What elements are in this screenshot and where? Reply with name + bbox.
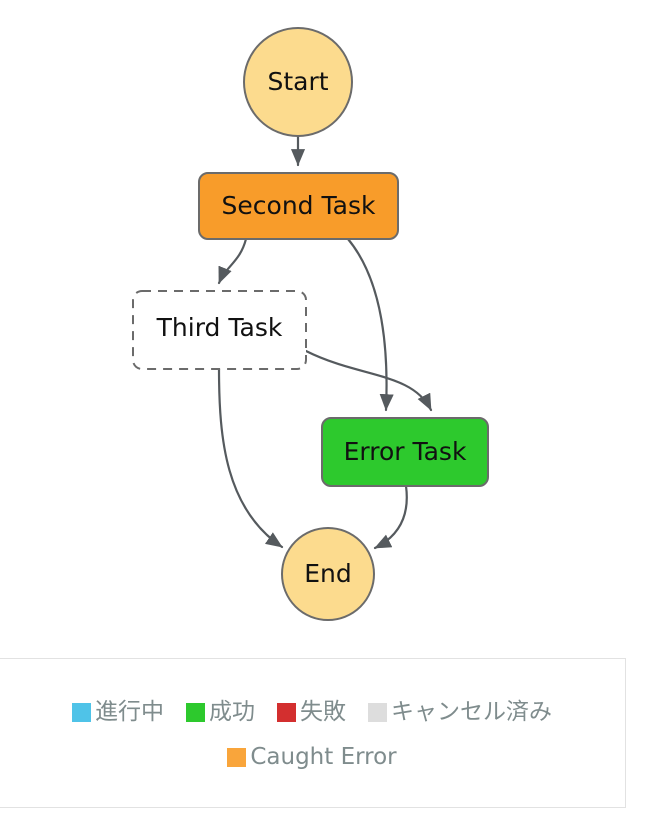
edge-third-task-to-end — [217, 367, 284, 549]
flowchart-canvas: Start Second Task Third Task Error Task … — [0, 0, 652, 658]
legend-swatch-in-progress — [72, 703, 91, 722]
node-third-task[interactable]: Third Task — [132, 290, 307, 370]
legend-item-failure[interactable]: 失敗 — [277, 701, 346, 724]
node-error-task[interactable]: Error Task — [321, 417, 489, 487]
legend-item-in-progress[interactable]: 進行中 — [72, 701, 164, 724]
node-error-task-shape[interactable] — [321, 417, 489, 487]
node-start[interactable]: Start — [243, 27, 353, 137]
node-layer: Start Second Task Third Task Error Task … — [132, 27, 489, 621]
edge-error-task-to-end — [373, 484, 408, 550]
edge-second-task-to-third-task — [217, 237, 248, 285]
legend-item-cancelled[interactable]: キャンセル済み — [368, 701, 552, 724]
edge-third-task-to-error-task — [304, 349, 433, 412]
node-second-task-shape[interactable] — [198, 172, 399, 240]
legend-label-in-progress: 進行中 — [95, 699, 164, 725]
legend-item-caught-error[interactable]: Caught Error — [227, 744, 397, 770]
legend-swatch-caught-error — [227, 748, 247, 767]
node-end-shape[interactable] — [281, 527, 375, 621]
legend-row-status: 進行中 成功 失敗 キャンセル済み — [61, 701, 563, 724]
legend-row-caught-error: Caught Error — [216, 746, 407, 769]
legend-label-failure: 失敗 — [300, 699, 346, 725]
node-start-shape[interactable] — [243, 27, 353, 137]
legend-swatch-cancelled — [368, 703, 387, 722]
legend-item-success[interactable]: 成功 — [186, 701, 255, 724]
legend-label-success: 成功 — [209, 699, 255, 725]
flowchart-svg: Start Second Task Third Task Error Task … — [132, 27, 489, 621]
legend-swatch-failure — [277, 703, 296, 722]
legend-swatch-success — [186, 703, 205, 722]
node-third-task-shape[interactable] — [132, 290, 307, 370]
edge-second-task-to-error-task — [346, 237, 394, 412]
legend-label-cancelled: キャンセル済み — [391, 699, 552, 725]
node-second-task[interactable]: Second Task — [198, 172, 399, 240]
legend-label-caught-error: Caught Error — [250, 744, 397, 770]
legend-panel: 進行中 成功 失敗 キャンセル済み Caught Error — [0, 658, 626, 808]
node-end[interactable]: End — [281, 527, 375, 621]
